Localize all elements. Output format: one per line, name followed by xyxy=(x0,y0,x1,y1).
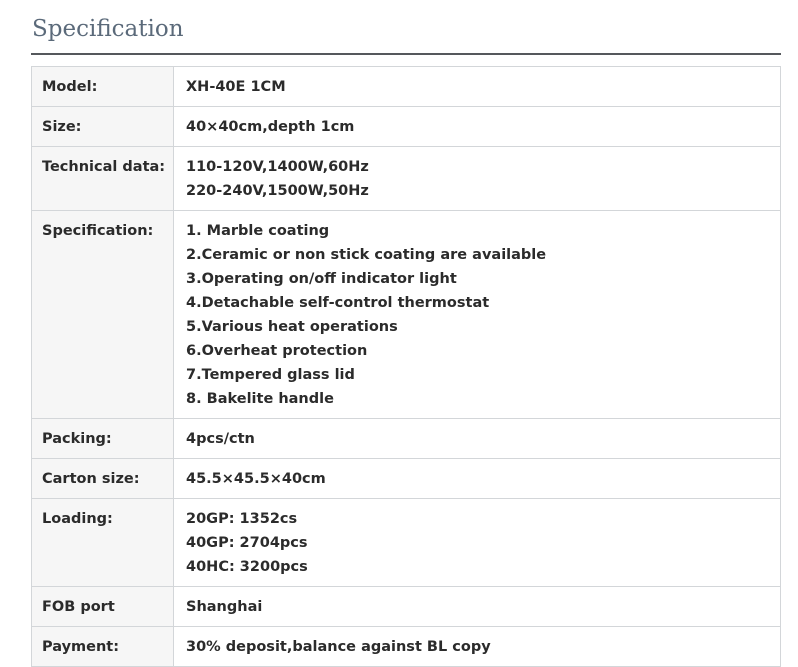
specification-table: Model: XH-40E 1CM Size: 40×40cm,depth 1c… xyxy=(31,66,781,667)
value-line: 20GP: 1352cs xyxy=(186,511,298,527)
row-label-model: Model: xyxy=(31,66,174,107)
row-value-fob-port: Shanghai xyxy=(173,586,781,627)
value-line: 3.Operating on/off indicator light xyxy=(186,271,457,287)
value-line: 5.Various heat operations xyxy=(186,319,398,335)
value-line: 40HC: 3200pcs xyxy=(186,559,308,575)
page-title: Specification xyxy=(32,16,184,42)
row-label-size: Size: xyxy=(31,106,174,147)
table-row-payment: Payment: 30% deposit,balance against BL … xyxy=(31,626,781,667)
table-row-packing: Packing: 4pcs/ctn xyxy=(31,418,781,459)
value-line: 4pcs/ctn xyxy=(186,431,255,447)
row-value-technical-data: 110-120V,1400W,60Hz 220-240V,1500W,50Hz xyxy=(173,146,781,211)
value-line: XH-40E 1CM xyxy=(186,79,286,95)
row-value-payment: 30% deposit,balance against BL copy xyxy=(173,626,781,667)
specification-table-body: Model: XH-40E 1CM Size: 40×40cm,depth 1c… xyxy=(31,66,781,667)
row-value-carton-size: 45.5×45.5×40cm xyxy=(173,458,781,499)
table-row-loading: Loading: 20GP: 1352cs 40GP: 2704pcs 40HC… xyxy=(31,498,781,587)
value-line: 2.Ceramic or non stick coating are avail… xyxy=(186,247,547,263)
row-value-packing: 4pcs/ctn xyxy=(173,418,781,459)
value-line: 40×40cm,depth 1cm xyxy=(186,119,355,135)
value-line: 6.Overheat protection xyxy=(186,343,368,359)
value-line: 110-120V,1400W,60Hz xyxy=(186,159,369,175)
value-line: 220-240V,1500W,50Hz xyxy=(186,183,369,199)
table-row-size: Size: 40×40cm,depth 1cm xyxy=(31,106,781,147)
value-line: 30% deposit,balance against BL copy xyxy=(186,639,491,655)
row-label-fob-port: FOB port xyxy=(31,586,174,627)
value-line: 4.Detachable self-control thermostat xyxy=(186,295,490,311)
row-value-specification: 1. Marble coating 2.Ceramic or non stick… xyxy=(173,210,781,419)
value-line: 45.5×45.5×40cm xyxy=(186,471,326,487)
heading-divider xyxy=(31,53,781,55)
row-value-model: XH-40E 1CM xyxy=(173,66,781,107)
table-row-specification: Specification: 1. Marble coating 2.Ceram… xyxy=(31,210,781,419)
table-row-model: Model: XH-40E 1CM xyxy=(31,66,781,107)
row-label-carton-size: Carton size: xyxy=(31,458,174,499)
row-label-payment: Payment: xyxy=(31,626,174,667)
value-line: 40GP: 2704pcs xyxy=(186,535,308,551)
table-row-fob-port: FOB port Shanghai xyxy=(31,586,781,627)
row-label-specification: Specification: xyxy=(31,210,174,419)
value-line: 1. Marble coating xyxy=(186,223,330,239)
table-row-technical-data: Technical data: 110-120V,1400W,60Hz 220-… xyxy=(31,146,781,211)
value-line: 7.Tempered glass lid xyxy=(186,367,355,383)
row-value-size: 40×40cm,depth 1cm xyxy=(173,106,781,147)
value-line: 8. Bakelite handle xyxy=(186,391,334,407)
value-line: Shanghai xyxy=(186,599,263,615)
row-label-technical-data: Technical data: xyxy=(31,146,174,211)
row-label-packing: Packing: xyxy=(31,418,174,459)
row-value-loading: 20GP: 1352cs 40GP: 2704pcs 40HC: 3200pcs xyxy=(173,498,781,587)
row-label-loading: Loading: xyxy=(31,498,174,587)
table-row-carton-size: Carton size: 45.5×45.5×40cm xyxy=(31,458,781,499)
